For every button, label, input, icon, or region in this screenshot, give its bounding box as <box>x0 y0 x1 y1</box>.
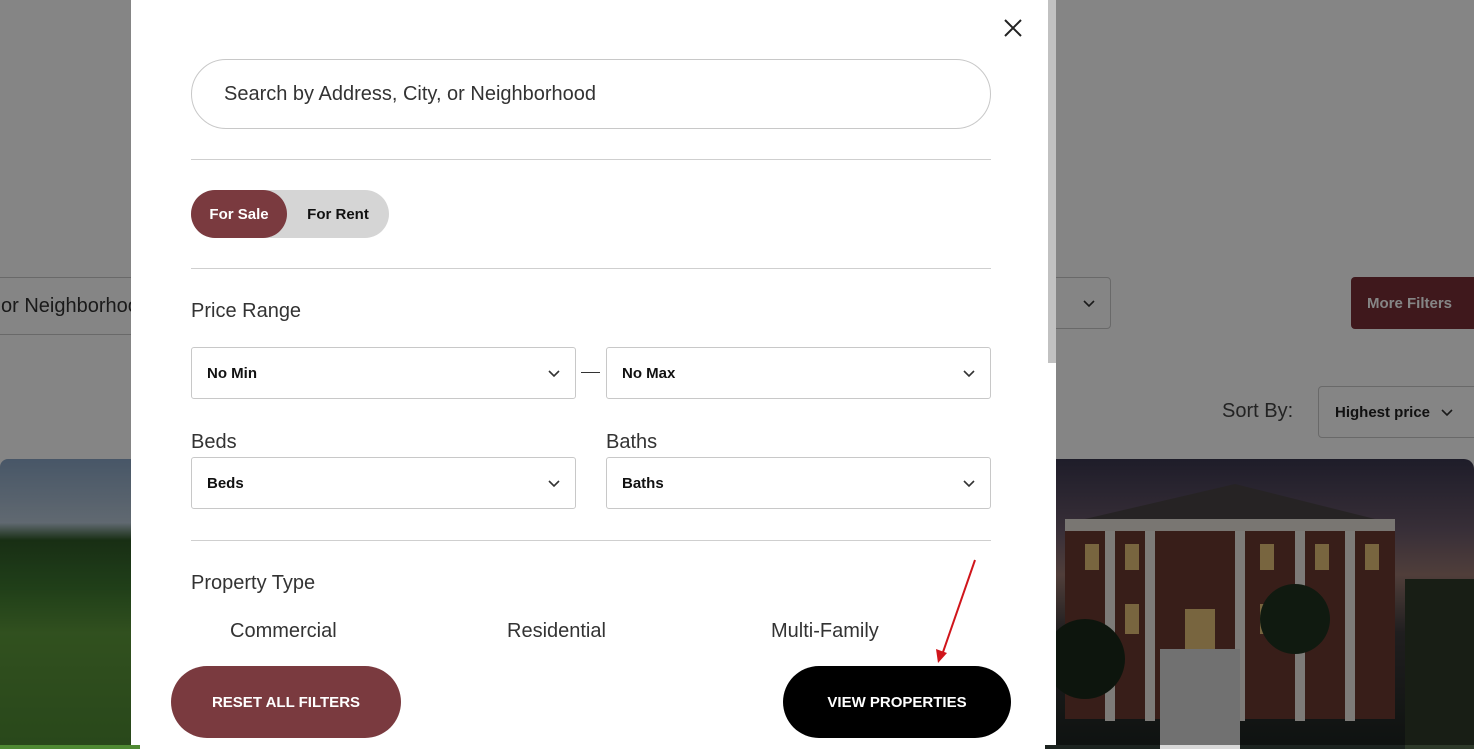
chevron-down-icon <box>963 370 975 378</box>
for-sale-tab[interactable]: For Sale <box>191 190 287 238</box>
baths-select[interactable]: Baths <box>606 457 991 509</box>
max-price-value: No Max <box>622 364 676 382</box>
min-price-select[interactable]: No Min <box>191 347 576 399</box>
baths-value: Baths <box>622 474 664 492</box>
divider <box>191 268 991 269</box>
min-price-value: No Min <box>207 364 257 382</box>
max-price-select[interactable]: No Max <box>606 347 991 399</box>
price-range-label: Price Range <box>191 300 302 322</box>
chevron-down-icon <box>548 370 560 378</box>
reset-filters-button[interactable]: RESET ALL FILTERS <box>171 666 401 738</box>
divider <box>191 159 991 160</box>
view-properties-button[interactable]: VIEW PROPERTIES <box>783 666 1011 738</box>
chevron-down-icon <box>963 480 975 488</box>
baths-label: Baths <box>606 431 658 453</box>
sale-rent-toggle: For Sale For Rent <box>191 190 389 238</box>
modal-scrollbar[interactable] <box>1048 0 1056 363</box>
property-type-residential[interactable]: Residential <box>507 620 606 643</box>
search-input[interactable] <box>191 59 991 129</box>
property-type-commercial[interactable]: Commercial <box>230 620 337 643</box>
property-type-label: Property Type <box>191 572 316 594</box>
beds-label: Beds <box>191 431 237 453</box>
property-type-multi-family[interactable]: Multi-Family <box>771 620 879 643</box>
beds-value: Beds <box>207 474 244 492</box>
range-separator <box>581 372 600 373</box>
close-icon[interactable] <box>999 14 1027 42</box>
annotation-arrow-icon <box>936 559 976 663</box>
chevron-down-icon <box>548 480 560 488</box>
divider <box>191 540 991 541</box>
beds-select[interactable]: Beds <box>191 457 576 509</box>
for-rent-tab[interactable]: For Rent <box>287 190 389 238</box>
